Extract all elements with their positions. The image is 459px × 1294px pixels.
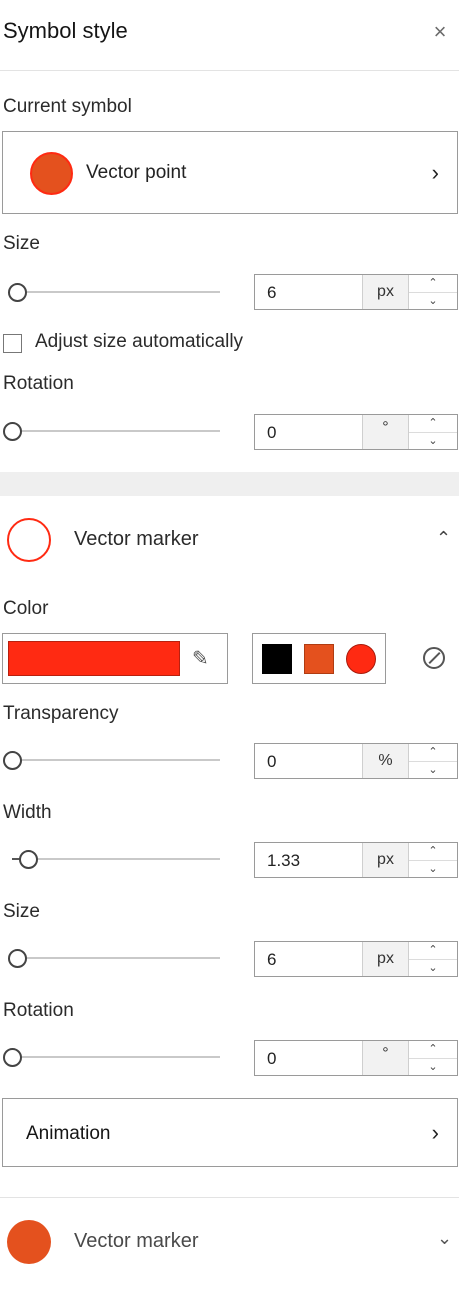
rotation-stepper[interactable]: ⌃ ⌄	[408, 415, 457, 449]
preset-orange-swatch[interactable]	[304, 644, 334, 674]
no-color-slash	[428, 651, 441, 665]
marker-rotation-input[interactable]: 0 ° ⌃ ⌄	[254, 1040, 458, 1076]
increment-icon[interactable]: ⌃	[409, 942, 457, 959]
increment-icon[interactable]: ⌃	[409, 1041, 457, 1058]
width-input[interactable]: 1.33 px ⌃ ⌄	[254, 842, 458, 878]
section-separator	[0, 472, 459, 496]
chevron-right-icon: ›	[431, 159, 439, 185]
width-slider[interactable]	[12, 847, 220, 871]
decrement-icon[interactable]: ⌄	[409, 761, 457, 779]
preset-red-swatch[interactable]	[346, 644, 376, 674]
chevron-up-icon[interactable]: ⌃	[436, 528, 451, 549]
no-color-icon[interactable]	[423, 647, 445, 669]
slider-track	[20, 858, 220, 860]
marker-rotation-unit: °	[362, 1041, 408, 1075]
slider-track	[10, 1056, 220, 1058]
increment-icon[interactable]: ⌃	[409, 275, 457, 292]
marker-size-unit: px	[362, 942, 408, 976]
rotation-value[interactable]: 0	[255, 415, 362, 449]
marker-rotation-value[interactable]: 0	[255, 1041, 362, 1075]
width-stepper[interactable]: ⌃ ⌄	[408, 843, 457, 877]
transparency-slider[interactable]	[2, 748, 220, 772]
decrement-icon[interactable]: ⌄	[409, 432, 457, 450]
adjust-size-checkbox[interactable]	[3, 334, 22, 353]
current-symbol-label: Current symbol	[3, 96, 132, 117]
marker-dot-swatch	[7, 1220, 51, 1264]
size-label: Size	[3, 233, 40, 254]
increment-icon[interactable]: ⌃	[409, 415, 457, 432]
rotation-slider[interactable]	[2, 419, 220, 443]
transparency-input[interactable]: 0 % ⌃ ⌄	[254, 743, 458, 779]
size-input[interactable]: 6 px ⌃ ⌄	[254, 274, 458, 310]
color-label: Color	[3, 598, 49, 619]
marker-size-input[interactable]: 6 px ⌃ ⌄	[254, 941, 458, 977]
transparency-unit: %	[362, 744, 408, 778]
marker-size-value[interactable]: 6	[255, 942, 362, 976]
slider-track	[10, 759, 220, 761]
rotation-unit: °	[362, 415, 408, 449]
chevron-right-icon: ›	[431, 1119, 439, 1145]
current-color-swatch[interactable]	[8, 641, 180, 676]
current-symbol-name: Vector point	[86, 162, 187, 183]
vector-marker-header[interactable]: Vector marker ⌃	[0, 512, 459, 568]
vector-marker-2-header[interactable]: Vector marker ⌄	[0, 1214, 459, 1270]
transparency-label: Transparency	[3, 703, 119, 724]
marker-rotation-label: Rotation	[3, 1000, 74, 1021]
marker-size-label: Size	[3, 901, 40, 922]
slider-track	[15, 291, 220, 293]
marker-divider	[0, 1197, 459, 1198]
width-value[interactable]: 1.33	[255, 843, 362, 877]
animation-card[interactable]: Animation ›	[2, 1098, 458, 1167]
chevron-down-icon[interactable]: ⌄	[437, 1228, 452, 1249]
size-value[interactable]: 6	[255, 275, 362, 309]
size-stepper[interactable]: ⌃ ⌄	[408, 275, 457, 309]
width-unit: px	[362, 843, 408, 877]
increment-icon[interactable]: ⌃	[409, 744, 457, 761]
increment-icon[interactable]: ⌃	[409, 843, 457, 860]
size-slider[interactable]	[7, 280, 220, 304]
vector-point-swatch	[30, 152, 73, 195]
slider-thumb[interactable]	[3, 1048, 22, 1067]
rotation-label: Rotation	[3, 373, 74, 394]
decrement-icon[interactable]: ⌄	[409, 1058, 457, 1076]
slider-thumb[interactable]	[3, 751, 22, 770]
current-symbol-card[interactable]: Vector point ›	[2, 131, 458, 214]
marker-ring-swatch	[7, 518, 51, 562]
decrement-icon[interactable]: ⌄	[409, 959, 457, 977]
marker-size-slider[interactable]	[7, 946, 220, 970]
width-label: Width	[3, 802, 52, 823]
slider-track	[10, 430, 220, 432]
slider-thumb[interactable]	[19, 850, 38, 869]
slider-track	[15, 957, 220, 959]
slider-thumb[interactable]	[8, 949, 27, 968]
decrement-icon[interactable]: ⌄	[409, 860, 457, 878]
panel-title: Symbol style	[3, 18, 128, 43]
close-icon[interactable]: ×	[428, 20, 452, 44]
adjust-size-label: Adjust size automatically	[35, 331, 244, 352]
preset-black-swatch[interactable]	[262, 644, 292, 674]
marker-size-stepper[interactable]: ⌃ ⌄	[408, 942, 457, 976]
size-unit: px	[362, 275, 408, 309]
marker-rotation-slider[interactable]	[2, 1045, 220, 1069]
slider-thumb[interactable]	[8, 283, 27, 302]
rotation-input[interactable]: 0 ° ⌃ ⌄	[254, 414, 458, 450]
slider-thumb[interactable]	[3, 422, 22, 441]
header-divider	[0, 70, 459, 71]
color-presets	[252, 633, 386, 684]
pencil-icon[interactable]: ✎	[192, 646, 209, 671]
vector-marker-title: Vector marker	[74, 528, 199, 550]
vector-marker-2-title: Vector marker	[74, 1230, 199, 1252]
animation-label: Animation	[26, 1123, 111, 1144]
transparency-stepper[interactable]: ⌃ ⌄	[408, 744, 457, 778]
color-picker-field[interactable]: ✎	[2, 633, 228, 684]
marker-rotation-stepper[interactable]: ⌃ ⌄	[408, 1041, 457, 1075]
transparency-value[interactable]: 0	[255, 744, 362, 778]
decrement-icon[interactable]: ⌄	[409, 292, 457, 310]
